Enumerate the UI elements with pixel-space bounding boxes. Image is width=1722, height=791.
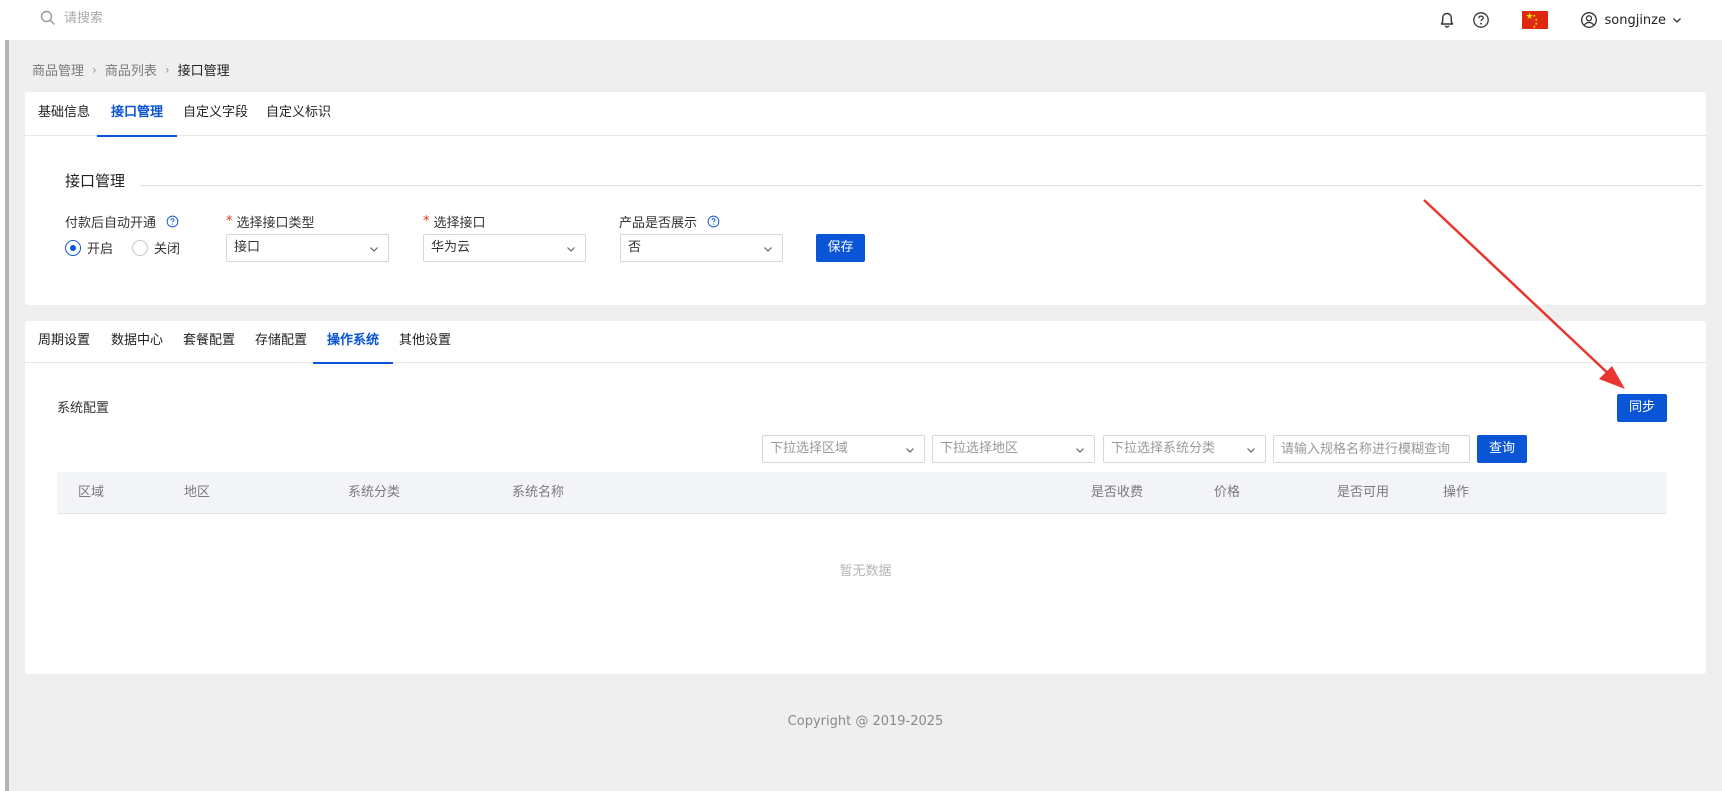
- tab-package-config[interactable]: 套餐配置: [183, 321, 235, 363]
- search-icon: [40, 10, 55, 25]
- tab-basic-info[interactable]: 基础信息: [38, 92, 90, 136]
- tab-period-settings[interactable]: 周期设置: [38, 321, 90, 363]
- os-config-card: 周期设置 数据中心 套餐配置 存储配置 操作系统 其他设置 系统配置 同步 下拉…: [25, 321, 1706, 674]
- chevron-down-icon: [1076, 448, 1084, 453]
- copyright: Copyright @ 2019-2025: [787, 714, 944, 729]
- spec-name-search-input[interactable]: [1273, 435, 1470, 463]
- china-flag-icon[interactable]: ★ ★ ★ ★ ★: [1522, 11, 1549, 29]
- display-select[interactable]: 否: [620, 234, 783, 262]
- sub-tabs: 周期设置 数据中心 套餐配置 存储配置 操作系统 其他设置: [25, 321, 1706, 364]
- system-category-select[interactable]: 下拉选择系统分类: [1103, 435, 1266, 463]
- auto-open-label: 付款后自动开通: [65, 212, 179, 231]
- help-button[interactable]: [1470, 9, 1492, 31]
- area-select[interactable]: 下拉选择地区: [932, 435, 1095, 463]
- column-header: 操作: [1443, 485, 1470, 500]
- radio-disable-label: 关闭: [154, 242, 181, 257]
- bell-icon: [1441, 12, 1454, 28]
- empty-state-text: 暂无数据: [839, 564, 892, 579]
- tab-custom-tags[interactable]: 自定义标识: [266, 92, 331, 136]
- system-category-placeholder: 下拉选择系统分类: [1111, 441, 1216, 456]
- tab-data-center[interactable]: 数据中心: [111, 321, 163, 363]
- username: songjinze: [1604, 12, 1666, 28]
- search-box[interactable]: [40, 10, 264, 26]
- column-header: 价格: [1214, 485, 1241, 500]
- column-header: 地区: [184, 485, 211, 500]
- interface-type-value: 接口: [234, 240, 261, 255]
- area-select-placeholder: 下拉选择地区: [940, 441, 1019, 456]
- search-input[interactable]: [64, 10, 264, 26]
- tab-custom-fields[interactable]: 自定义字段: [183, 92, 248, 136]
- user-menu[interactable]: songjinze: [1580, 11, 1682, 29]
- display-label-text: 产品是否展示: [619, 216, 698, 231]
- breadcrumb: 商品管理 › 商品列表 › 接口管理: [32, 60, 230, 80]
- chevron-down-icon: [370, 247, 378, 252]
- region-select-placeholder: 下拉选择区域: [770, 441, 849, 456]
- column-header: 系统分类: [348, 485, 401, 500]
- display-value: 否: [628, 240, 642, 255]
- main-content: 商品管理 › 商品列表 › 接口管理 基础信息 接口管理 自定义字段 自定义标识…: [9, 40, 1722, 791]
- chevron-down-icon: [764, 247, 772, 252]
- chevron-down-icon: [1673, 18, 1681, 23]
- breadcrumb-separator-icon: ›: [164, 62, 170, 77]
- interface-select[interactable]: 华为云: [423, 234, 586, 262]
- breadcrumb-item-current: 接口管理: [177, 64, 230, 79]
- radio-enable-label: 开启: [87, 242, 114, 257]
- breadcrumb-item-product-list[interactable]: 商品列表: [105, 60, 157, 79]
- interface-label: * 选择接口: [423, 212, 486, 231]
- interface-value: 华为云: [431, 240, 471, 255]
- tab-interface-management[interactable]: 接口管理: [96, 92, 178, 137]
- breadcrumb-separator-icon: ›: [92, 62, 97, 77]
- required-mark: *: [423, 214, 430, 229]
- column-header: 是否收费: [1091, 485, 1144, 500]
- question-circle-icon: [1473, 12, 1490, 28]
- column-header: 是否可用: [1337, 485, 1390, 500]
- interface-label-text: 选择接口: [433, 216, 486, 231]
- interface-type-label: * 选择接口类型: [226, 212, 315, 231]
- interface-type-label-text: 选择接口类型: [236, 216, 315, 231]
- chevron-down-icon: [567, 247, 575, 252]
- section-title: 接口管理: [65, 172, 126, 190]
- auto-open-label-text: 付款后自动开通: [65, 216, 157, 231]
- save-button[interactable]: 保存: [816, 234, 865, 262]
- tab-other-settings[interactable]: 其他设置: [399, 321, 451, 363]
- chevron-down-icon: [906, 448, 914, 453]
- interface-type-select[interactable]: 接口: [226, 234, 389, 262]
- region-select[interactable]: 下拉选择区域: [762, 435, 925, 463]
- radio-disable-dot[interactable]: [132, 239, 148, 256]
- required-mark: *: [226, 214, 233, 229]
- column-header: 区域: [78, 485, 105, 500]
- notification-button[interactable]: [1436, 9, 1458, 31]
- tab-storage-config[interactable]: 存储配置: [255, 321, 307, 363]
- query-button[interactable]: 查询: [1477, 435, 1527, 463]
- sync-button[interactable]: 同步: [1617, 394, 1667, 422]
- help-icon[interactable]: [166, 215, 179, 228]
- tab-operating-system[interactable]: 操作系统: [312, 321, 394, 364]
- radio-enable-dot[interactable]: [65, 239, 81, 256]
- os-config-title: 系统配置: [57, 401, 110, 416]
- column-header: 系统名称: [512, 485, 565, 500]
- table-header: 区域 地区 系统分类 系统名称 是否收费 价格 是否可用 操作: [57, 472, 1667, 514]
- interface-card: 基础信息 接口管理 自定义字段 自定义标识 接口管理 付款后自动开通 开启 关闭: [25, 92, 1706, 305]
- display-label: 产品是否展示: [619, 212, 720, 231]
- help-icon[interactable]: [707, 215, 720, 228]
- top-bar: ★ ★ ★ ★ ★ songjinze: [0, 0, 1722, 40]
- breadcrumb-item-product-management[interactable]: 商品管理: [32, 60, 84, 79]
- radio-enable[interactable]: 开启: [65, 238, 113, 257]
- top-right-actions: ★ ★ ★ ★ ★ songjinze: [1424, 8, 1682, 32]
- radio-disable[interactable]: 关闭: [132, 238, 180, 257]
- user-avatar-icon: [1581, 12, 1598, 28]
- top-tabs: 基础信息 接口管理 自定义字段 自定义标识: [25, 92, 1706, 137]
- section-divider: [140, 185, 1702, 186]
- chevron-down-icon: [1247, 448, 1255, 453]
